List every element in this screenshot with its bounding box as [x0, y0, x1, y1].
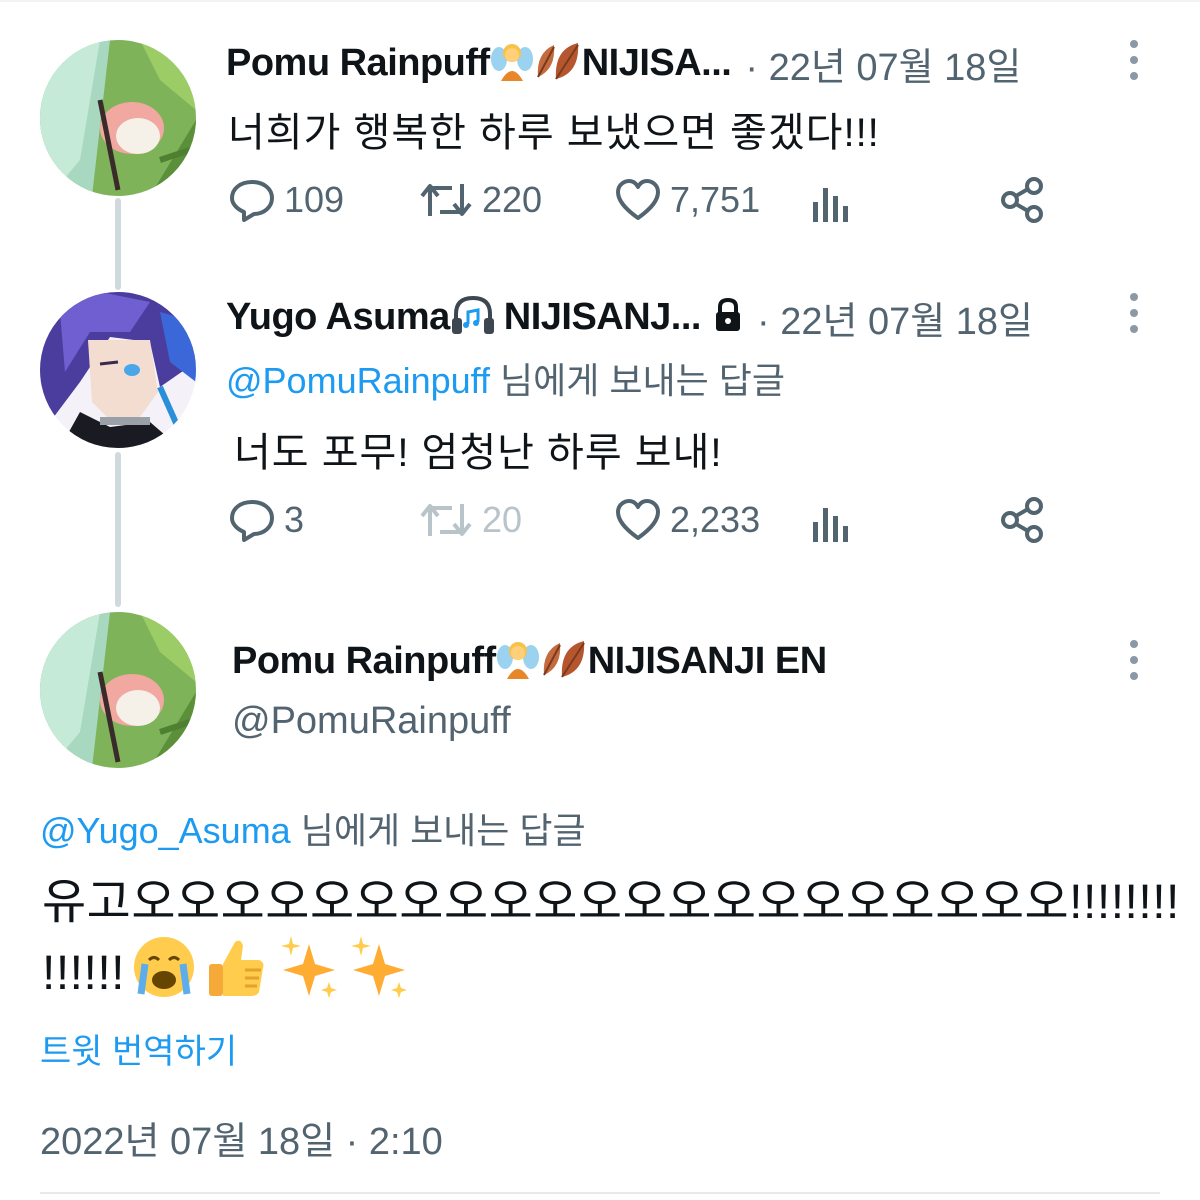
- tweet-date[interactable]: · 22년 07월 18일: [757, 290, 1033, 345]
- share-icon: [1001, 177, 1043, 223]
- tweet-header: Yugo Asuma NIJISANJ... · 22년 07월 18일: [226, 290, 1033, 345]
- bottom-divider: [40, 1192, 1160, 1194]
- main-tweet-text-line1: 유고오오오오오오오오오오오오오오오오오오오오오!!!!!!!!: [42, 876, 1180, 929]
- tweet-header: Pomu Rainpuff NIJISA... · 22년 07월 18일: [226, 36, 1021, 91]
- replying-to: @PomuRainpuff 님에게 보내는 답글: [226, 352, 785, 404]
- fairy-emoji: [496, 637, 540, 686]
- retweet-count: 20: [482, 499, 523, 540]
- share-icon: [1001, 497, 1043, 543]
- views-chart-icon: [813, 508, 848, 542]
- like-count: 2,233: [670, 499, 761, 540]
- avatar-pomu[interactable]: [40, 612, 196, 768]
- fairy-emoji: [490, 39, 534, 88]
- reply-count: 3: [284, 499, 305, 540]
- top-divider: [0, 0, 1200, 2]
- retweet-button[interactable]: 20: [418, 490, 522, 550]
- display-name-suffix[interactable]: NIJISA...: [582, 42, 732, 85]
- display-name[interactable]: Pomu Rainpuff: [232, 640, 496, 683]
- share-button[interactable]: [1000, 170, 1054, 230]
- display-name-suffix[interactable]: NIJISANJI EN: [588, 640, 827, 683]
- tweet-text: 너도 포무! 엄청난 하루 보내!: [234, 431, 723, 475]
- more-vertical-icon[interactable]: [1129, 640, 1139, 688]
- retweet-count: 220: [482, 179, 543, 220]
- thread-connector-line: [115, 452, 121, 607]
- thread-connector-line: [115, 198, 121, 290]
- lock-icon: [713, 297, 743, 338]
- like-count: 7,751: [670, 179, 761, 220]
- leaves-emoji: [534, 39, 582, 88]
- reply-mention-link[interactable]: @Yugo_Asuma: [40, 810, 291, 851]
- main-tweet-text-line2: !!!!!!: [42, 934, 411, 1012]
- more-vertical-icon[interactable]: [1129, 40, 1139, 88]
- tweet-date[interactable]: · 22년 07월 18일: [745, 36, 1021, 91]
- tweet-timestamp[interactable]: 2022년 07월 18일 · 2:10: [40, 1110, 443, 1165]
- headphones-emoji: [450, 294, 496, 341]
- avatar-pomu[interactable]: [40, 40, 196, 196]
- tweet-actions: 3 20 2,233: [228, 490, 1058, 550]
- reply-label: 님에게 보내는 답글: [290, 810, 586, 851]
- translate-tweet-link[interactable]: 트윗 번역하기: [40, 1024, 237, 1073]
- sparkles-emoji: [279, 934, 341, 1012]
- replying-to: @Yugo_Asuma 님에게 보내는 답글: [40, 802, 586, 854]
- heart-icon: [616, 179, 660, 220]
- main-tweet-header: Pomu Rainpuff NIJISANJI EN: [232, 636, 827, 686]
- reply-button[interactable]: 109: [228, 170, 344, 230]
- reply-count: 109: [284, 179, 345, 220]
- more-vertical-icon[interactable]: [1129, 293, 1139, 341]
- reply-button[interactable]: 3: [228, 490, 304, 550]
- tweet-text: 너희가 행복한 하루 보냈으면 좋겠다!!!: [228, 111, 880, 155]
- thumbs-up-emoji: [205, 934, 269, 1012]
- reply-label: 님에게 보내는 답글: [490, 360, 785, 401]
- crying-emoji: [131, 934, 197, 1012]
- views-button[interactable]: [810, 170, 858, 230]
- display-name-suffix[interactable]: NIJISANJ...: [504, 296, 702, 339]
- sparkles-emoji: [349, 934, 411, 1012]
- views-chart-icon: [813, 188, 848, 222]
- reply-mention-link[interactable]: @PomuRainpuff: [226, 360, 490, 401]
- display-name[interactable]: Yugo Asuma: [226, 296, 450, 339]
- retweet-icon: [420, 504, 472, 536]
- avatar-yugo[interactable]: [40, 292, 196, 448]
- reply-bubble-icon: [230, 180, 274, 222]
- tweet-actions: 109 220 7,751: [228, 170, 1058, 230]
- user-handle[interactable]: @PomuRainpuff: [232, 700, 511, 743]
- leaves-emoji: [540, 637, 588, 686]
- views-button[interactable]: [810, 490, 858, 550]
- retweet-button[interactable]: 220: [418, 170, 542, 230]
- reply-bubble-icon: [230, 500, 274, 542]
- retweet-icon: [420, 184, 472, 216]
- share-button[interactable]: [1000, 490, 1054, 550]
- like-button[interactable]: 7,751: [614, 170, 760, 230]
- heart-icon: [616, 499, 660, 540]
- main-tweet-text-exclaim: !!!!!!: [42, 946, 126, 1000]
- like-button[interactable]: 2,233: [614, 490, 760, 550]
- display-name[interactable]: Pomu Rainpuff: [226, 42, 490, 85]
